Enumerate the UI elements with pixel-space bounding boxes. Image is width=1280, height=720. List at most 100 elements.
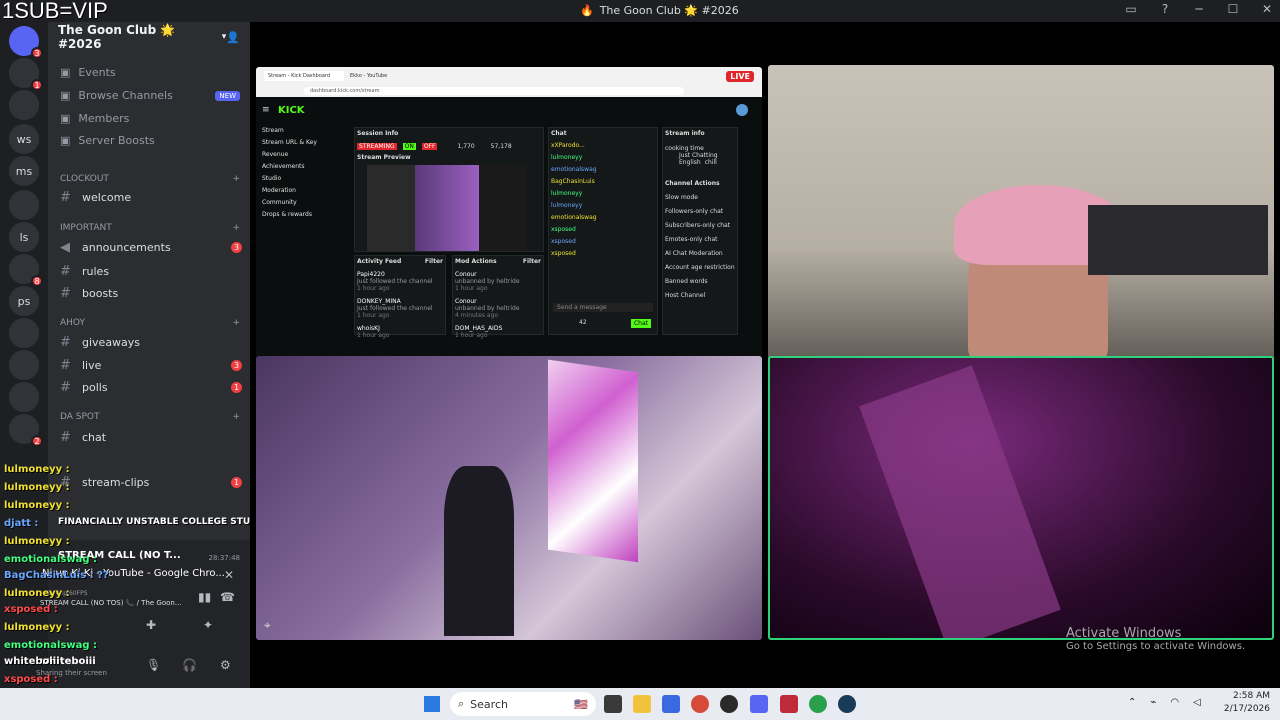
minimize-button[interactable]: ─ [1192,2,1206,16]
server-icon[interactable] [9,318,39,348]
discord-icon[interactable] [750,695,768,713]
plus-icon[interactable]: + [232,174,240,184]
channel-action-item[interactable]: Emotes-only chat [665,236,735,243]
channel-polls[interactable]: # polls 1 [60,380,242,395]
headphones-icon[interactable]: 🎧 [182,658,197,672]
channel-action-item[interactable]: Subscribers-only chat [665,222,735,229]
nav-members[interactable]: ▣ Members [60,112,240,125]
kick-nav-item[interactable]: Community [262,197,352,209]
channel-giveaways[interactable]: # giveaways [60,335,242,350]
plus-icon[interactable]: + [232,223,240,233]
kick-dashboard-tile[interactable]: LIVE Stream - Kick Dashboard Ekko - YouT… [256,67,762,364]
address-bar[interactable]: dashboard.kick.com/stream [304,87,684,95]
server-icon[interactable]: ls [9,222,39,252]
inbox-icon[interactable]: ▭ [1124,2,1138,16]
channel-action-item[interactable]: Banned words [665,278,735,285]
server-icon[interactable]: 8 [9,254,43,287]
nav-browse-channels[interactable]: ▣ Browse Channels NEW [60,89,240,102]
close-icon[interactable]: ✕ [224,568,234,582]
soundboard-icon[interactable]: ✦ [203,618,213,632]
kick-nav-item[interactable]: Studio [262,173,352,185]
server-icon[interactable]: 3 [9,26,43,59]
channel-announcements[interactable]: ◀ announcements 3 [60,240,242,255]
plus-icon[interactable]: + [232,318,240,328]
wifi-icon[interactable]: ◠ [1170,697,1179,708]
category-important[interactable]: IMPORTANT + [60,223,240,233]
channel-rules[interactable]: # rules [60,264,242,279]
category-ahoy[interactable]: AHOY + [60,318,240,328]
adobe-icon[interactable] [780,695,798,713]
kick-nav-item[interactable]: Revenue [262,149,352,161]
file-explorer-icon[interactable] [633,695,651,713]
filter-button[interactable]: Filter [523,258,541,265]
channel-action-item[interactable]: Slow mode [665,194,735,201]
server-header[interactable]: The Goon Club 🌟 #2026 ▾ 👤 [48,22,250,52]
taskbar-search[interactable]: ⌕ Search 🇺🇸 [450,692,596,716]
close-button[interactable]: ✕ [1260,2,1274,16]
stream-overlay-tag: 1SUB=VIP [2,0,108,23]
avatar[interactable] [736,104,748,116]
chrome-canary-icon[interactable] [809,695,827,713]
server-icon[interactable] [9,382,39,412]
chat-send-button[interactable]: Chat [630,319,651,328]
disconnect-icon[interactable]: ☎ [220,590,235,604]
server-icon[interactable]: 2 [9,414,43,447]
add-member-icon[interactable]: 👤 [226,31,240,44]
channel-live[interactable]: # live 3 [60,358,242,373]
browser-tab[interactable]: Ekko - YouTube [350,71,410,81]
kick-nav-item[interactable]: Stream [262,125,352,137]
channel-action-item[interactable]: Followers-only chat [665,208,735,215]
store-icon[interactable] [662,695,680,713]
server-icon[interactable] [9,350,39,380]
soundwave-icon[interactable]: ▮▮ [198,590,211,604]
server-icon[interactable]: ms [9,156,39,186]
dark-camera-tile[interactable] [768,356,1274,640]
chrome-icon[interactable] [691,695,709,713]
kick-chat-message: xsposed [551,226,576,233]
help-icon[interactable]: ? [1158,2,1172,16]
task-view-icon[interactable] [604,695,622,713]
kick-nav-item[interactable]: Achievements [262,161,352,173]
nav-events[interactable]: ▣ Events [60,66,240,79]
clock[interactable]: 2:58 AM 2/17/2026 [1224,690,1270,716]
server-icon[interactable]: ps [9,286,39,316]
channel-action-item[interactable]: AI Chat Moderation [665,250,735,257]
channel-boosts[interactable]: # boosts [60,286,242,301]
channel-stream-clips[interactable]: # stream-clips 1 [60,475,242,490]
server-icon[interactable] [9,190,39,220]
channel-welcome[interactable]: # welcome [60,190,242,205]
channel-chat[interactable]: # chat [60,430,242,445]
network-icon[interactable]: ⌁ [1150,697,1156,708]
mic-icon[interactable]: 🎙 [146,658,161,672]
obs-icon[interactable] [720,695,738,713]
room-camera-tile[interactable]: ⌖ [256,356,762,640]
windows-start-icon[interactable] [424,696,440,712]
activities-icon[interactable]: ✚ [146,618,156,632]
server-icon[interactable]: ws [9,124,39,154]
filter-button[interactable]: Filter [425,258,443,265]
steam-icon[interactable] [838,695,856,713]
kick-nav-item[interactable]: Stream URL & Key [262,137,352,149]
category-daspot[interactable]: DA SPOT + [60,412,240,422]
category-clockout[interactable]: CLOCKOUT + [60,174,240,184]
kick-nav-item[interactable]: Moderation [262,185,352,197]
kick-chat-message: xXParodo... [551,142,585,149]
server-icon[interactable]: 1 [9,58,43,91]
webcam-tile[interactable] [768,65,1274,371]
voice-channel-line[interactable]: STREAM CALL (NO TOS) 📞 / The Goon... [40,599,190,607]
server-icon[interactable] [9,90,39,120]
browser-tab[interactable]: Stream - Kick Dashboard [264,71,344,81]
volume-icon[interactable]: ◁ [1193,697,1201,708]
maximize-button[interactable]: ☐ [1226,2,1240,16]
channel-action-item[interactable]: Host Channel [665,292,735,299]
pin-icon[interactable]: ⌖ [264,618,271,633]
menu-icon[interactable]: ≡ [262,105,270,115]
channel-action-item[interactable]: Account age restriction [665,264,735,271]
chevron-up-icon[interactable]: ⌃ [1128,697,1136,708]
nav-server-boosts[interactable]: ▣ Server Boosts [60,134,240,147]
send-message-input[interactable]: Send a message [553,303,653,312]
window-controls: ▭ ? ─ ☐ ✕ [1124,2,1274,16]
plus-icon[interactable]: + [232,412,240,422]
kick-nav-item[interactable]: Drops & rewards [262,209,352,221]
settings-gear-icon[interactable]: ⚙ [220,658,231,672]
